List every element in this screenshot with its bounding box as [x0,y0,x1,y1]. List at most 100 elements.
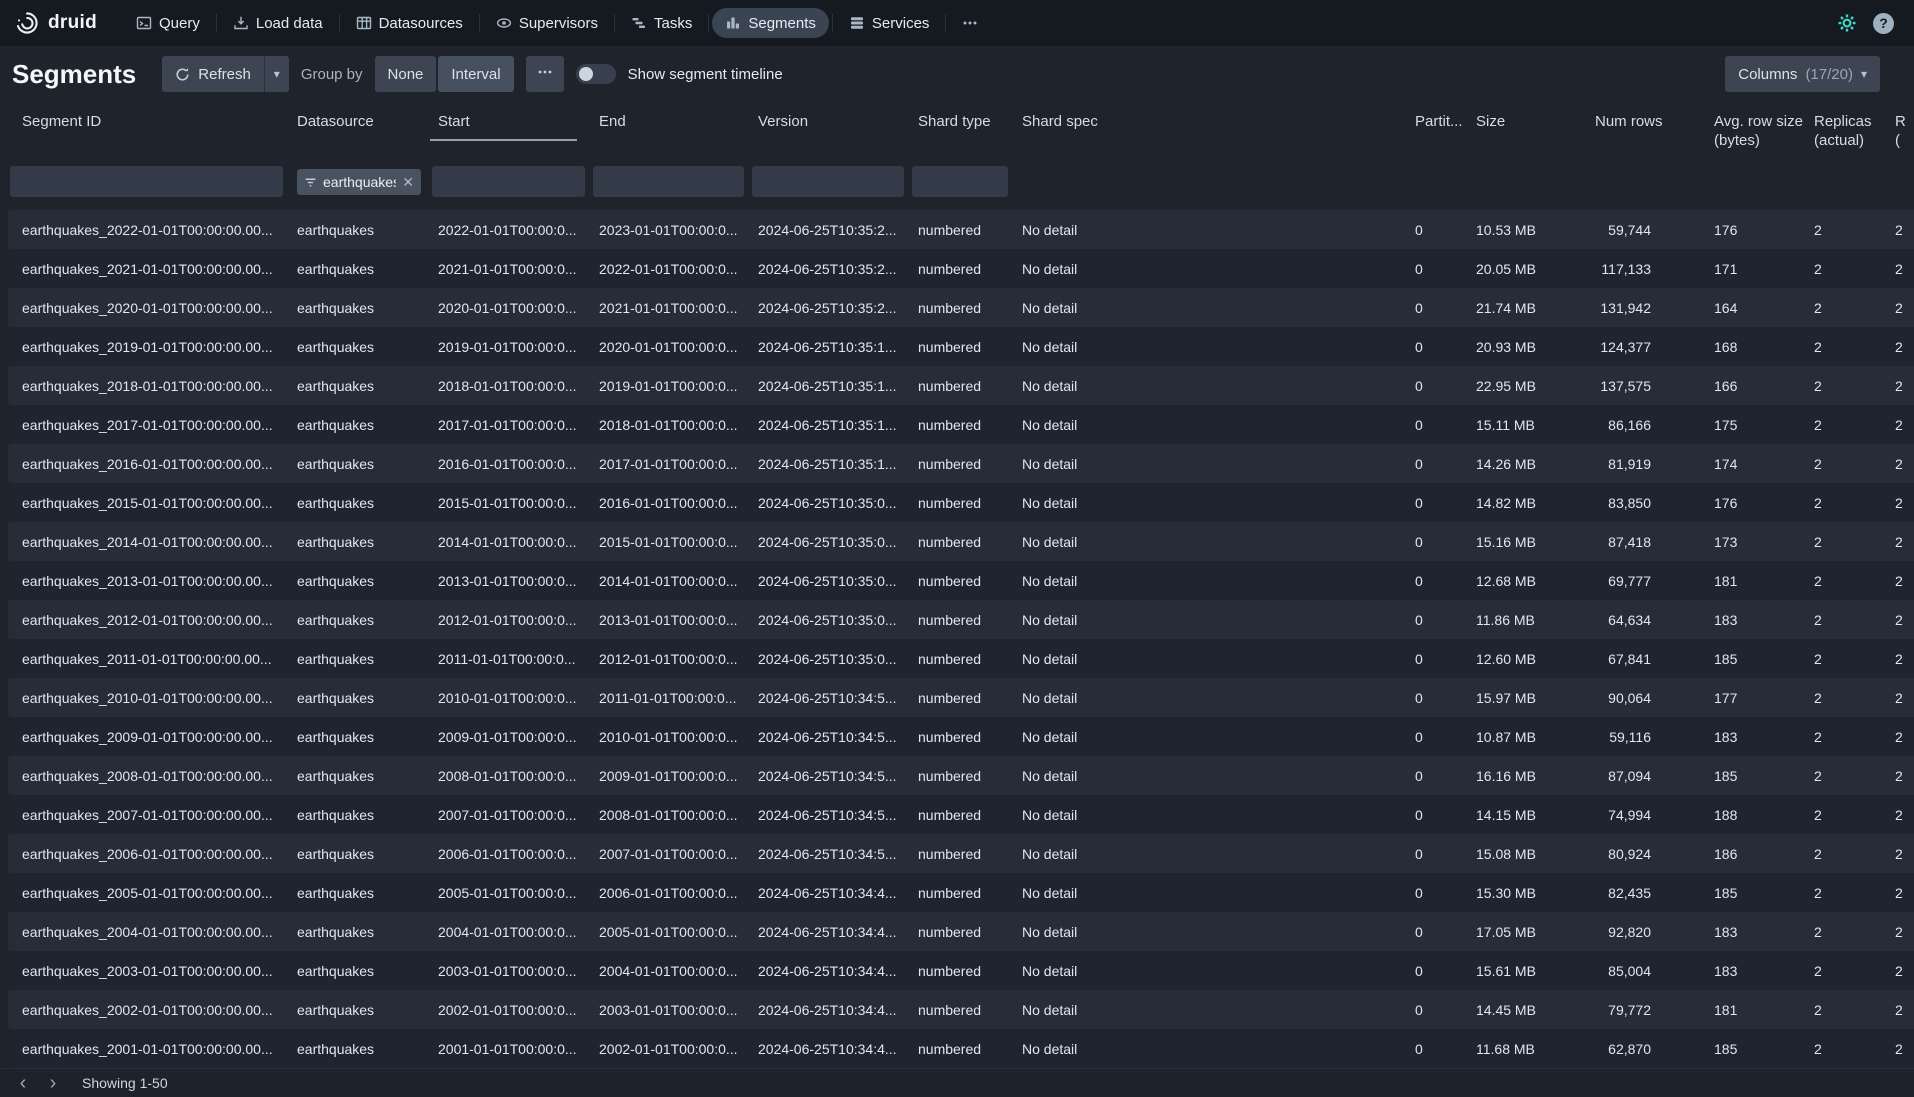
cell-shard-spec[interactable]: No detail [1014,1041,1407,1057]
cell-end[interactable]: 2022-01-01T00:00:0... [591,261,750,277]
cell-avg-row-size[interactable]: 185 [1706,1041,1806,1057]
cell-replicas[interactable]: 2 [1806,261,1887,277]
cell-end[interactable]: 2016-01-01T00:00:0... [591,495,750,511]
cell-avg-row-size[interactable]: 183 [1706,963,1806,979]
column-header-size[interactable]: Size [1468,102,1587,164]
cell-shard-type[interactable]: numbered [910,417,1014,433]
cell-partition[interactable]: 0 [1407,534,1468,550]
cell-segment-id[interactable]: earthquakes_2015-01-01T00:00:00.00... [8,495,289,511]
cell-partition[interactable]: 0 [1407,963,1468,979]
cell-end[interactable]: 2015-01-01T00:00:0... [591,534,750,550]
cell-shard-type[interactable]: numbered [910,651,1014,667]
cell-start[interactable]: 2011-01-01T00:00:0... [430,651,591,667]
cell-shard-type[interactable]: numbered [910,222,1014,238]
cell-shard-type[interactable]: numbered [910,885,1014,901]
cell-partition[interactable]: 0 [1407,261,1468,277]
cell-avg-row-size[interactable]: 186 [1706,846,1806,862]
nav-item-tasks[interactable]: Tasks [618,8,705,38]
cell-datasource[interactable]: earthquakes [289,690,430,706]
cell-shard-type[interactable]: numbered [910,573,1014,589]
more-options-button[interactable] [526,56,564,92]
cell-end[interactable]: 2004-01-01T00:00:0... [591,963,750,979]
cell-start[interactable]: 2019-01-01T00:00:0... [430,339,591,355]
cell-end[interactable]: 2007-01-01T00:00:0... [591,846,750,862]
cell-shard-spec[interactable]: No detail [1014,534,1407,550]
cell-version[interactable]: 2024-06-25T10:35:0... [750,651,910,667]
cell-end[interactable]: 2020-01-01T00:00:0... [591,339,750,355]
cell-extra[interactable]: 2 [1887,1041,1910,1057]
cell-version[interactable]: 2024-06-25T10:34:5... [750,690,910,706]
cell-size[interactable]: 21.74 MB [1468,300,1587,316]
cell-segment-id[interactable]: earthquakes_2001-01-01T00:00:00.00... [8,1041,289,1057]
cell-size[interactable]: 20.93 MB [1468,339,1587,355]
cell-replicas[interactable]: 2 [1806,573,1887,589]
cell-avg-row-size[interactable]: 171 [1706,261,1806,277]
cell-avg-row-size[interactable]: 175 [1706,417,1806,433]
cell-size[interactable]: 15.11 MB [1468,417,1587,433]
cell-avg-row-size[interactable]: 185 [1706,885,1806,901]
cell-replicas[interactable]: 2 [1806,846,1887,862]
cell-partition[interactable]: 0 [1407,417,1468,433]
cell-replicas[interactable]: 2 [1806,495,1887,511]
cell-datasource[interactable]: earthquakes [289,261,430,277]
cell-num-rows[interactable]: 64,634 [1587,612,1706,628]
cell-replicas[interactable]: 2 [1806,651,1887,667]
cell-num-rows[interactable]: 83,850 [1587,495,1706,511]
cell-num-rows[interactable]: 80,924 [1587,846,1706,862]
cell-num-rows[interactable]: 59,116 [1587,729,1706,745]
cell-shard-spec[interactable]: No detail [1014,846,1407,862]
cell-partition[interactable]: 0 [1407,222,1468,238]
cell-size[interactable]: 10.87 MB [1468,729,1587,745]
cell-size[interactable]: 15.61 MB [1468,963,1587,979]
cell-shard-type[interactable]: numbered [910,495,1014,511]
cell-extra[interactable]: 2 [1887,846,1910,862]
cell-datasource[interactable]: earthquakes [289,1002,430,1018]
cell-version[interactable]: 2024-06-25T10:35:1... [750,339,910,355]
cell-start[interactable]: 2015-01-01T00:00:0... [430,495,591,511]
cell-segment-id[interactable]: earthquakes_2016-01-01T00:00:00.00... [8,456,289,472]
cell-shard-spec[interactable]: No detail [1014,1002,1407,1018]
nav-item-segments[interactable]: Segments [712,8,829,38]
cell-start[interactable]: 2004-01-01T00:00:0... [430,924,591,940]
cell-partition[interactable]: 0 [1407,768,1468,784]
cell-shard-spec[interactable]: No detail [1014,924,1407,940]
column-header-end[interactable]: End [591,102,750,164]
cell-end[interactable]: 2021-01-01T00:00:0... [591,300,750,316]
cell-shard-type[interactable]: numbered [910,963,1014,979]
cell-num-rows[interactable]: 137,575 [1587,378,1706,394]
cell-partition[interactable]: 0 [1407,690,1468,706]
cell-shard-type[interactable]: numbered [910,690,1014,706]
nav-item-query[interactable]: Query [123,8,213,38]
cell-size[interactable]: 15.97 MB [1468,690,1587,706]
cell-shard-spec[interactable]: No detail [1014,963,1407,979]
cell-replicas[interactable]: 2 [1806,534,1887,550]
cell-partition[interactable]: 0 [1407,300,1468,316]
cell-extra[interactable]: 2 [1887,222,1910,238]
cell-num-rows[interactable]: 124,377 [1587,339,1706,355]
cell-avg-row-size[interactable]: 174 [1706,456,1806,472]
cell-shard-spec[interactable]: No detail [1014,222,1407,238]
cell-start[interactable]: 2001-01-01T00:00:0... [430,1041,591,1057]
next-page-button[interactable]: › [38,1070,68,1096]
cell-end[interactable]: 2023-01-01T00:00:0... [591,222,750,238]
cell-segment-id[interactable]: earthquakes_2014-01-01T00:00:00.00... [8,534,289,550]
cell-extra[interactable]: 2 [1887,690,1910,706]
cell-partition[interactable]: 0 [1407,339,1468,355]
cell-avg-row-size[interactable]: 181 [1706,1002,1806,1018]
cell-version[interactable]: 2024-06-25T10:35:1... [750,417,910,433]
cell-partition[interactable]: 0 [1407,573,1468,589]
cell-avg-row-size[interactable]: 166 [1706,378,1806,394]
cell-avg-row-size[interactable]: 177 [1706,690,1806,706]
cell-start[interactable]: 2007-01-01T00:00:0... [430,807,591,823]
cell-version[interactable]: 2024-06-25T10:35:0... [750,534,910,550]
cell-version[interactable]: 2024-06-25T10:35:0... [750,573,910,589]
refresh-button[interactable]: Refresh [162,56,264,92]
cell-replicas[interactable]: 2 [1806,1002,1887,1018]
cell-end[interactable]: 2003-01-01T00:00:0... [591,1002,750,1018]
cell-partition[interactable]: 0 [1407,846,1468,862]
column-header-replicas[interactable]: Replicas(actual) [1806,102,1887,164]
segment-timeline-toggle[interactable] [576,64,616,84]
cell-end[interactable]: 2014-01-01T00:00:0... [591,573,750,589]
cell-avg-row-size[interactable]: 185 [1706,768,1806,784]
cell-replicas[interactable]: 2 [1806,417,1887,433]
